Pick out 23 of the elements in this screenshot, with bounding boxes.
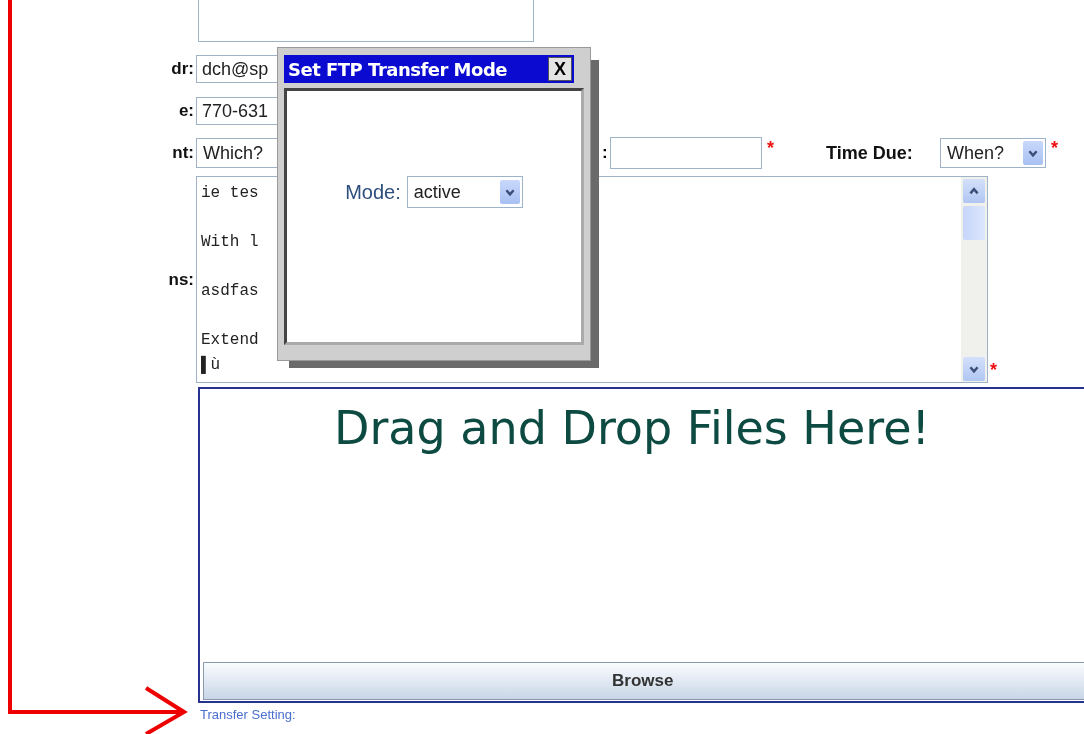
field-label: Time Due: bbox=[826, 142, 914, 164]
required-mark: * bbox=[990, 360, 997, 381]
field-label: ns: bbox=[167, 269, 195, 290]
text-area-text: ie tes With l asdfas Extend ▌ù bbox=[200, 183, 260, 376]
close-button[interactable]: X bbox=[548, 57, 572, 81]
drop-zone-heading: Drag and Drop Files Here! bbox=[334, 401, 930, 455]
field-label: e: bbox=[177, 101, 195, 121]
scroll-thumb[interactable] bbox=[963, 206, 985, 240]
field-label: : bbox=[602, 143, 609, 163]
input-field[interactable] bbox=[610, 137, 762, 169]
mode-label: Mode: bbox=[345, 180, 401, 204]
field-label: dr: bbox=[170, 59, 195, 79]
select-field[interactable]: When? bbox=[940, 138, 1046, 168]
browse-button[interactable]: Browse bbox=[203, 662, 1084, 700]
required-mark: * bbox=[1051, 138, 1059, 159]
scrollbar[interactable] bbox=[961, 177, 987, 382]
required-mark: * bbox=[767, 138, 774, 159]
scroll-up-icon bbox=[968, 185, 980, 197]
field-label: nt: bbox=[171, 143, 195, 163]
input-field[interactable] bbox=[198, 0, 534, 42]
transfer-setting-link[interactable]: Transfer Setting: bbox=[200, 707, 296, 722]
mode-select[interactable]: active bbox=[406, 176, 523, 208]
drop-zone[interactable]: Drag and Drop Files Here! Browse bbox=[198, 387, 1084, 703]
